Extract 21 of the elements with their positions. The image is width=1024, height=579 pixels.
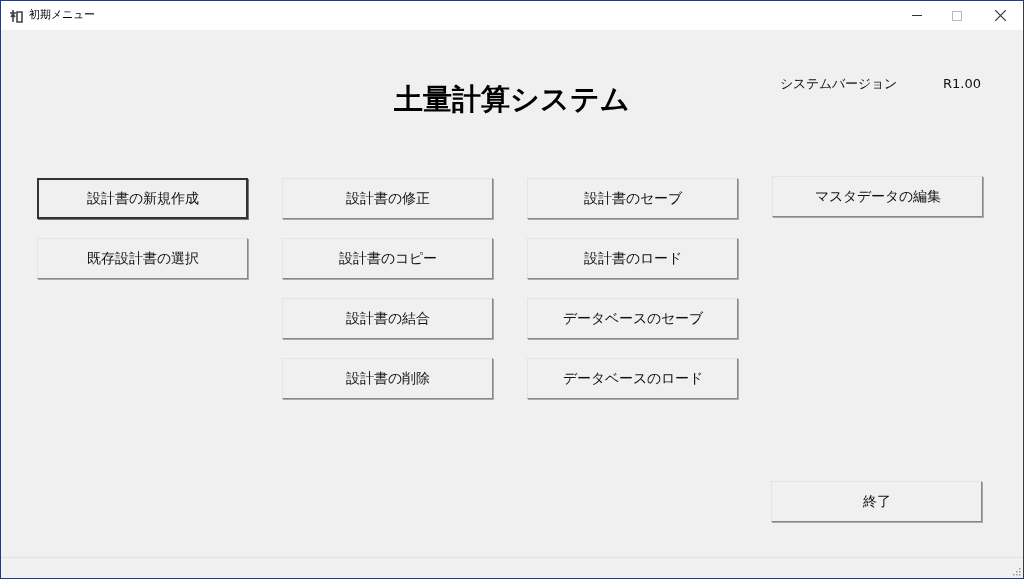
menu-button[interactable]: 既存設計書の選択 [37,238,248,279]
version-label: システムバージョン [780,75,897,92]
app-icon [9,8,23,23]
menu-button[interactable]: マスタデータの編集 [772,176,983,217]
menu-button[interactable]: 設計書の新規作成 [37,178,248,219]
minimize-icon [912,15,922,16]
menu-button[interactable]: 設計書のセーブ [527,178,738,219]
window-title: 初期メニュー [29,7,95,24]
menu-button[interactable]: 設計書の削除 [282,358,493,399]
menu-button[interactable]: データベースのロード [527,358,738,399]
resize-grip-icon [1013,568,1021,576]
exit-button[interactable]: 終了 [771,481,982,522]
menu-button[interactable]: 設計書のロード [527,238,738,279]
menu-button[interactable]: 設計書の結合 [282,298,493,339]
maximize-icon [952,10,962,21]
close-icon [994,10,1006,21]
version-value: R1.00 [943,75,981,92]
menu-button[interactable]: データベースのセーブ [527,298,738,339]
menu-button[interactable]: 設計書のコピー [282,238,493,279]
menu-button[interactable]: 設計書の修正 [282,178,493,219]
app-heading: 土量計算システム [394,81,630,116]
